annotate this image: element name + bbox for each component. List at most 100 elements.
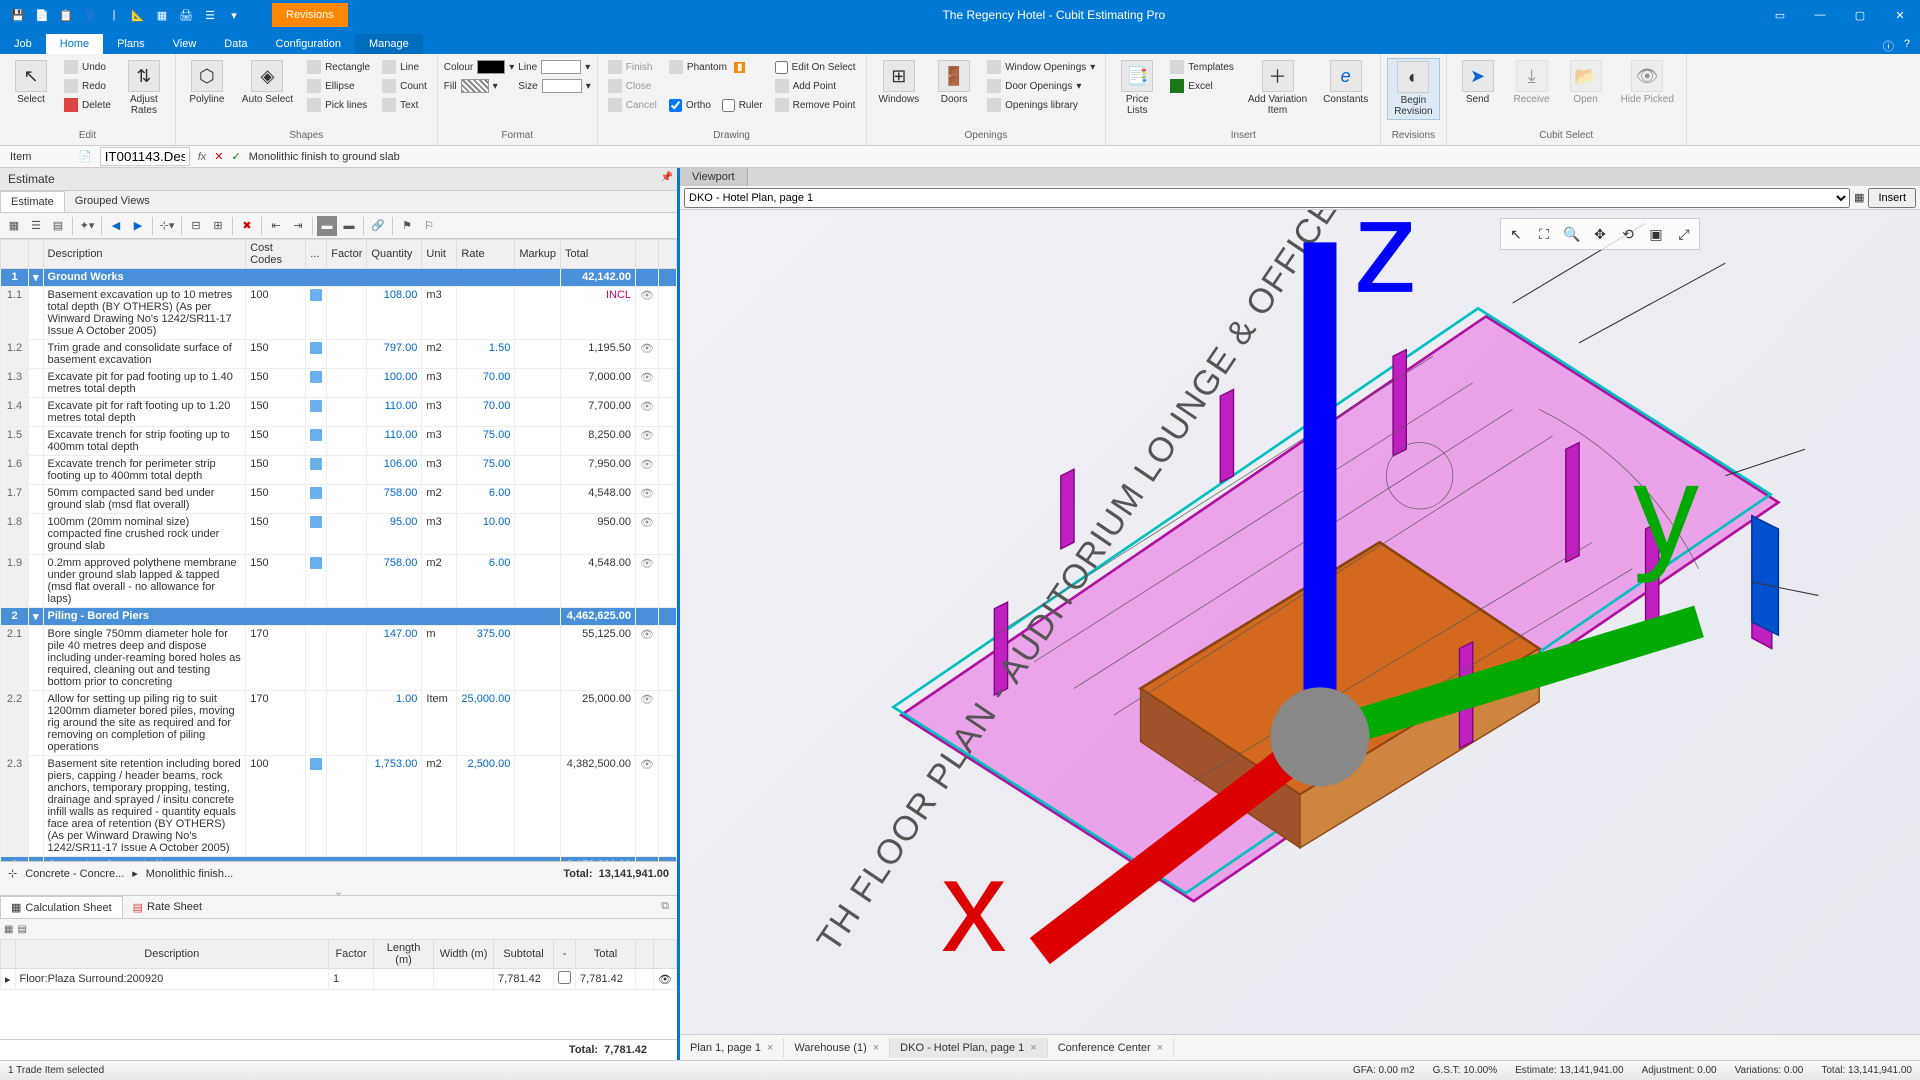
qat-grid-icon[interactable]: ▦ xyxy=(152,5,172,25)
tab-data[interactable]: Data xyxy=(210,34,261,54)
plan-select[interactable]: DKO - Hotel Plan, page 1 xyxy=(684,188,1850,208)
tab-rate-sheet[interactable]: ▤Rate Sheet xyxy=(123,896,212,918)
calc-col-total[interactable]: Total xyxy=(576,940,636,969)
open-button[interactable]: 📂Open xyxy=(1561,58,1611,107)
pick-lines-button[interactable]: Pick lines xyxy=(303,96,374,114)
page-tab[interactable]: DKO - Hotel Plan, page 1× xyxy=(890,1038,1048,1058)
popout-icon[interactable]: ⧉ xyxy=(653,896,677,918)
count-button[interactable]: Count xyxy=(378,77,431,95)
viewport-tab[interactable]: Viewport xyxy=(680,168,748,186)
table-row[interactable]: 1.4 Excavate pit for raft footing up to … xyxy=(1,398,677,427)
calc-col-dash[interactable]: - xyxy=(554,940,576,969)
doors-button[interactable]: 🚪Doors xyxy=(929,58,979,107)
minimize-icon[interactable]: — xyxy=(1800,0,1840,30)
ribbon-toggle-icon[interactable]: ▭ xyxy=(1760,0,1800,30)
tb-remove-icon[interactable]: ✖ xyxy=(237,216,257,236)
remove-point-button[interactable]: Remove Point xyxy=(771,96,860,114)
close-tab-icon[interactable]: × xyxy=(767,1042,773,1054)
delete-button[interactable]: Delete xyxy=(60,96,115,114)
excel-button[interactable]: Excel xyxy=(1166,77,1238,95)
table-row[interactable]: 2.1 Bore single 750mm diameter hole for … xyxy=(1,626,677,691)
col-rate[interactable]: Rate xyxy=(457,240,515,269)
qat-copy-icon[interactable]: 📋 xyxy=(56,5,76,25)
tab-home[interactable]: Home xyxy=(46,34,103,54)
formula-text[interactable]: Monolithic finish to ground slab xyxy=(249,151,1910,163)
line-button[interactable]: Line xyxy=(378,58,431,76)
finish-button[interactable]: Finish xyxy=(604,58,661,76)
table-row[interactable]: 1▾Ground Works42,142.00 xyxy=(1,269,677,287)
table-row[interactable]: 2.2 Allow for setting up piling rig to s… xyxy=(1,691,677,756)
table-row[interactable]: 1.5 Excavate trench for strip footing up… xyxy=(1,427,677,456)
subtab-estimate[interactable]: Estimate xyxy=(0,191,65,212)
col-qty[interactable]: Quantity xyxy=(367,240,422,269)
maximize-icon[interactable]: ▢ xyxy=(1840,0,1880,30)
tb-list-icon[interactable]: ☰ xyxy=(26,216,46,236)
page-tab[interactable]: Warehouse (1)× xyxy=(784,1038,890,1058)
col-factor[interactable]: Factor xyxy=(327,240,367,269)
calc-col-length[interactable]: Length (m) xyxy=(374,940,434,969)
tab-configuration[interactable]: Configuration xyxy=(262,34,355,54)
close-tab-icon[interactable]: × xyxy=(1157,1042,1163,1054)
table-row[interactable]: 2.3 Basement site retention including bo… xyxy=(1,756,677,857)
estimate-grid[interactable]: Description Cost Codes ... Factor Quanti… xyxy=(0,239,677,861)
door-openings-button[interactable]: Door Openings ▾ xyxy=(983,77,1099,95)
tb-highlight-icon[interactable]: ▬ xyxy=(317,216,337,236)
send-button[interactable]: ➤Send xyxy=(1453,58,1503,107)
tab-view[interactable]: View xyxy=(159,34,211,54)
calc-col-width[interactable]: Width (m) xyxy=(434,940,494,969)
tb-outdent-icon[interactable]: ⇥ xyxy=(288,216,308,236)
colour-swatch[interactable] xyxy=(477,60,505,74)
price-lists-button[interactable]: 📑Price Lists xyxy=(1112,58,1162,118)
help-icon[interactable]: ⓘ xyxy=(1883,38,1894,54)
tb-grid-icon[interactable]: ▤ xyxy=(48,216,68,236)
col-unit[interactable]: Unit xyxy=(422,240,457,269)
qat-new-icon[interactable]: 📄 xyxy=(32,5,52,25)
col-total[interactable]: Total xyxy=(561,240,636,269)
templates-button[interactable]: Templates xyxy=(1166,58,1238,76)
revisions-button[interactable]: Revisions xyxy=(272,3,348,27)
qat-user-icon[interactable]: 👤 xyxy=(80,5,100,25)
breadcrumb-root-icon[interactable]: ⊹ xyxy=(8,867,17,880)
tab-job[interactable]: Job xyxy=(0,34,46,54)
tb-next-icon[interactable]: ▶ xyxy=(128,216,148,236)
openings-library-button[interactable]: Openings library xyxy=(983,96,1099,114)
subtab-grouped[interactable]: Grouped Views xyxy=(65,191,160,212)
qat-save-icon[interactable]: 💾 xyxy=(8,5,28,25)
begin-revision-button[interactable]: ◐Begin Revision xyxy=(1387,58,1439,120)
page-tab[interactable]: Plan 1, page 1× xyxy=(680,1038,784,1058)
tb-prev-icon[interactable]: ◀ xyxy=(106,216,126,236)
cancel-button[interactable]: Cancel xyxy=(604,96,661,114)
edit-on-select-button[interactable]: Edit On Select xyxy=(771,58,860,76)
qat-measure-icon[interactable]: 📐 xyxy=(128,5,148,25)
close-tab-icon[interactable]: × xyxy=(873,1042,879,1054)
qat-more-icon[interactable]: ▾ xyxy=(224,5,244,25)
adjust-rates-button[interactable]: ⇅Adjust Rates xyxy=(119,58,169,118)
calc-tb2-icon[interactable]: ▤ xyxy=(17,924,26,935)
constants-button[interactable]: eConstants xyxy=(1317,58,1374,107)
plan-picker-icon[interactable]: ▦ xyxy=(1854,191,1864,204)
help2-icon[interactable]: ? xyxy=(1904,38,1910,54)
tb-link-icon[interactable]: 🔗 xyxy=(368,216,388,236)
line-swatch[interactable] xyxy=(541,60,581,74)
polyline-button[interactable]: ⬡Polyline xyxy=(182,58,232,107)
table-row[interactable]: 1.3 Excavate pit for pad footing up to 1… xyxy=(1,369,677,398)
close-tab-icon[interactable]: × xyxy=(1030,1042,1036,1054)
table-row[interactable]: 1.6 Excavate trench for perimeter strip … xyxy=(1,456,677,485)
ellipse-button[interactable]: Ellipse xyxy=(303,77,374,95)
col-markup[interactable]: Markup xyxy=(515,240,561,269)
close-icon[interactable]: ✕ xyxy=(1880,0,1920,30)
add-variation-button[interactable]: ＋Add Variation Item xyxy=(1242,58,1313,118)
qat-table-icon[interactable]: ☰ xyxy=(200,5,220,25)
tb-indent-icon[interactable]: ⇤ xyxy=(266,216,286,236)
auto-select-button[interactable]: ◈Auto Select xyxy=(236,58,299,107)
ortho-button[interactable]: Ortho Ruler xyxy=(665,96,767,114)
tb-add-icon[interactable]: ▦ xyxy=(4,216,24,236)
table-row[interactable]: 1.7 50mm compacted sand bed under ground… xyxy=(1,485,677,514)
breadcrumb-b[interactable]: Monolithic finish... xyxy=(146,868,233,880)
hide-picked-button[interactable]: 👁Hide Picked xyxy=(1615,58,1680,107)
table-row[interactable]: 1.1 Basement excavation up to 10 metres … xyxy=(1,287,677,340)
viewport-3d[interactable]: ↖ ⛶ 🔍 ✥ ⟲ ▣ ⤢ xyxy=(680,210,1920,1034)
table-row[interactable]: 2▾Piling - Bored Piers4,462,625.00 xyxy=(1,608,677,626)
qat-print-icon[interactable]: 🖨 xyxy=(176,5,196,25)
pin-icon[interactable]: 📌 xyxy=(661,172,673,183)
